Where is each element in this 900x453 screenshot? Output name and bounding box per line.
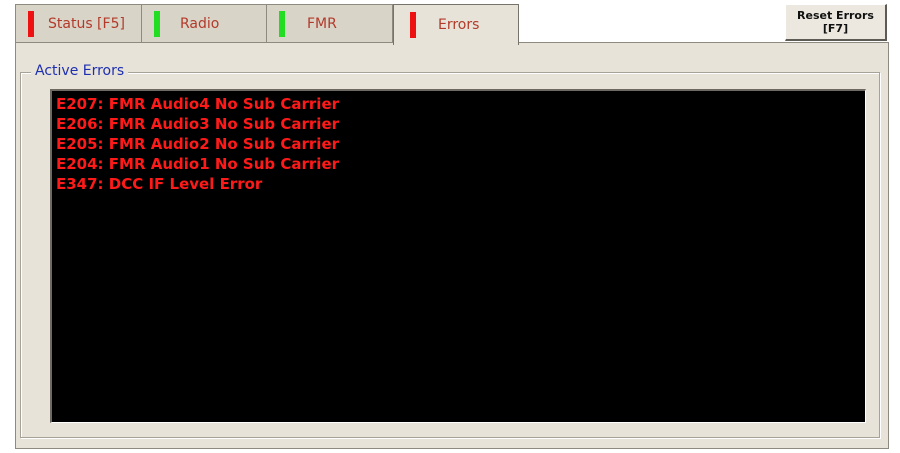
radio-indicator-icon (154, 10, 160, 37)
error-list[interactable]: E207: FMR Audio4 No Sub Carrier E206: FM… (50, 89, 866, 423)
reset-errors-button[interactable]: Reset Errors [F7] (785, 4, 887, 41)
list-item: E206: FMR Audio3 No Sub Carrier (56, 115, 340, 133)
list-item: E205: FMR Audio2 No Sub Carrier (56, 135, 340, 153)
list-item: E347: DCC IF Level Error (56, 175, 263, 193)
status-indicator-icon (28, 10, 34, 37)
tab-strip-divider (15, 42, 393, 43)
errors-indicator-icon (410, 12, 416, 38)
tab-errors-label: Errors (438, 17, 480, 33)
tab-radio-label: Radio (180, 15, 220, 32)
reset-errors-label: Reset Errors (797, 9, 874, 22)
tab-status[interactable]: Status [F5] (15, 4, 142, 42)
fmr-indicator-icon (279, 10, 285, 37)
reset-errors-shortcut: [F7] (822, 22, 849, 35)
tab-status-label: Status [F5] (48, 15, 125, 32)
tab-fmr-label: FMR (307, 15, 337, 32)
list-item: E204: FMR Audio1 No Sub Carrier (56, 155, 340, 173)
tab-radio[interactable]: Radio (141, 4, 267, 42)
group-title: Active Errors (31, 63, 129, 79)
list-item: E207: FMR Audio4 No Sub Carrier (56, 95, 340, 113)
tab-errors[interactable]: Errors (393, 4, 519, 45)
tab-strip-divider-right (519, 42, 889, 43)
errors-window: Status [F5] Radio FMR Errors Reset Error… (0, 0, 900, 453)
tab-fmr[interactable]: FMR (266, 4, 393, 42)
